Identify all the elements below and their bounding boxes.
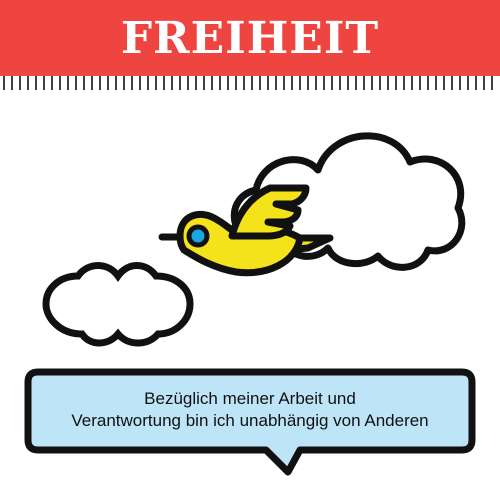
small-cloud-icon xyxy=(42,262,194,347)
speech-line-1: Bezüglich meiner Arbeit und xyxy=(144,389,356,408)
speech-line-2: Verantwortung bin ich unabhängig von And… xyxy=(71,411,429,430)
speech-bubble-text: Bezüglich meiner Arbeit und Verantwortun… xyxy=(34,384,466,436)
